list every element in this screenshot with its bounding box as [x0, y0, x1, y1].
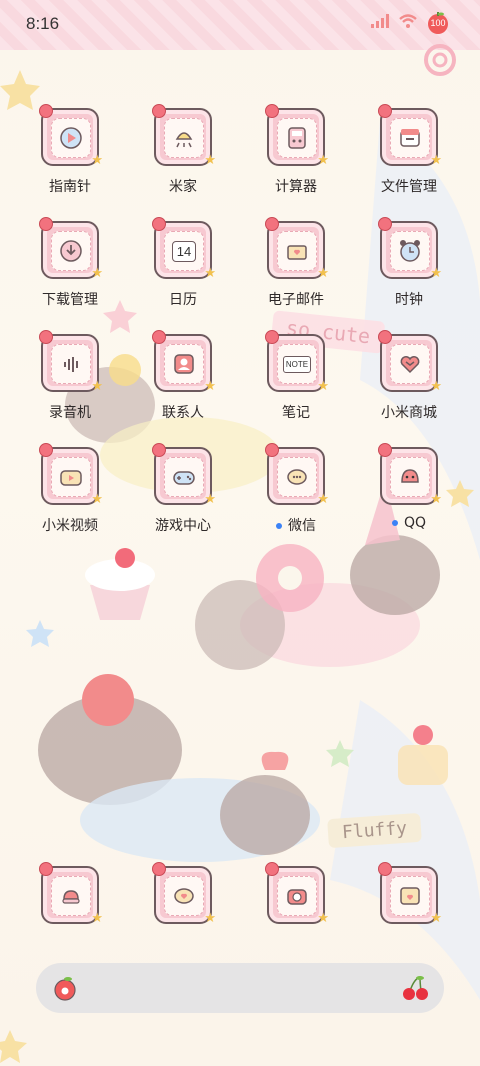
app-label: 小米视频 — [42, 518, 98, 534]
app-file-manager[interactable]: ★ 文件管理 — [359, 104, 459, 196]
app-notes[interactable]: NOTE ★ 笔记 — [246, 330, 346, 422]
app-label: 电子邮件 — [268, 292, 324, 308]
recorder-icon: ★ — [39, 330, 103, 394]
wechat-icon: ★ — [265, 443, 329, 507]
cherry-icon[interactable] — [400, 975, 430, 1005]
file-manager-icon: ★ — [378, 104, 442, 168]
dock: ★ ★ ★ ★ — [0, 862, 480, 926]
app-label: 文件管理 — [381, 179, 437, 195]
app-label: 笔记 — [282, 405, 310, 421]
sticker-text-fluffy: Fluffy — [341, 817, 408, 844]
calendar-date: 14 — [171, 240, 197, 262]
dock-phone[interactable]: ★ — [20, 862, 120, 926]
app-wechat[interactable]: ★ 微信 — [246, 443, 346, 535]
dock-messages[interactable]: ★ — [133, 862, 233, 926]
notification-dot — [391, 520, 398, 526]
calculator-icon: ★ — [265, 104, 329, 168]
camera-icon: ★ — [265, 862, 329, 926]
app-recorder[interactable]: ★ 录音机 — [20, 330, 120, 422]
app-video[interactable]: ★ 小米视频 — [20, 443, 120, 535]
app-label: 时钟 — [395, 292, 423, 308]
compass-icon: ★ — [39, 104, 103, 168]
app-contacts[interactable]: ★ 联系人 — [133, 330, 233, 422]
app-label: 米家 — [169, 179, 197, 195]
apple-icon — [52, 975, 78, 1005]
app-mi-store[interactable]: ★ 小米商城 — [359, 330, 459, 422]
video-icon: ★ — [39, 443, 103, 507]
email-icon: ★ — [265, 217, 329, 281]
app-label-text: QQ — [403, 515, 427, 531]
app-label: 指南针 — [49, 179, 91, 195]
app-label: 联系人 — [162, 405, 204, 421]
app-label: 录音机 — [49, 405, 91, 421]
download-manager-icon: ★ — [39, 217, 103, 281]
app-label: QQ — [359, 515, 459, 531]
app-mi-home[interactable]: ★ 米家 — [133, 104, 233, 196]
app-calendar[interactable]: 14 ★ 日历 — [133, 217, 233, 309]
app-label: 游戏中心 — [155, 518, 211, 534]
notification-dot — [276, 523, 282, 529]
contacts-icon: ★ — [152, 330, 216, 394]
notes-icon: NOTE ★ — [265, 330, 329, 394]
app-clock[interactable]: ★ 时钟 — [359, 217, 459, 309]
notes-badge: NOTE — [282, 355, 312, 373]
dock-browser[interactable]: ★ — [359, 862, 459, 926]
qq-icon: ★ — [378, 443, 442, 507]
mi-home-icon: ★ — [152, 104, 216, 168]
calendar-icon: 14 ★ — [152, 217, 216, 281]
app-download-manager[interactable]: ★ 下载管理 — [20, 217, 120, 309]
browser-icon: ★ — [378, 862, 442, 926]
search-bar[interactable] — [36, 963, 444, 1013]
app-calculator[interactable]: ★ 计算器 — [246, 104, 346, 196]
app-label: 计算器 — [275, 179, 317, 195]
app-label: 下载管理 — [42, 292, 98, 308]
app-label-text: 微信 — [288, 518, 316, 534]
phone-icon: ★ — [39, 862, 103, 926]
app-qq[interactable]: ★ QQ — [359, 443, 459, 531]
dock-camera[interactable]: ★ — [246, 862, 346, 926]
mi-store-icon: ★ — [378, 330, 442, 394]
clock-icon: ★ — [378, 217, 442, 281]
app-game-center[interactable]: ★ 游戏中心 — [133, 443, 233, 535]
messages-icon: ★ — [152, 862, 216, 926]
app-compass[interactable]: ★ 指南针 — [20, 104, 120, 196]
app-email[interactable]: ★ 电子邮件 — [246, 217, 346, 309]
app-label: 日历 — [169, 292, 197, 308]
app-label: 微信 — [246, 515, 346, 535]
game-center-icon: ★ — [152, 443, 216, 507]
app-label: 小米商城 — [381, 405, 437, 421]
